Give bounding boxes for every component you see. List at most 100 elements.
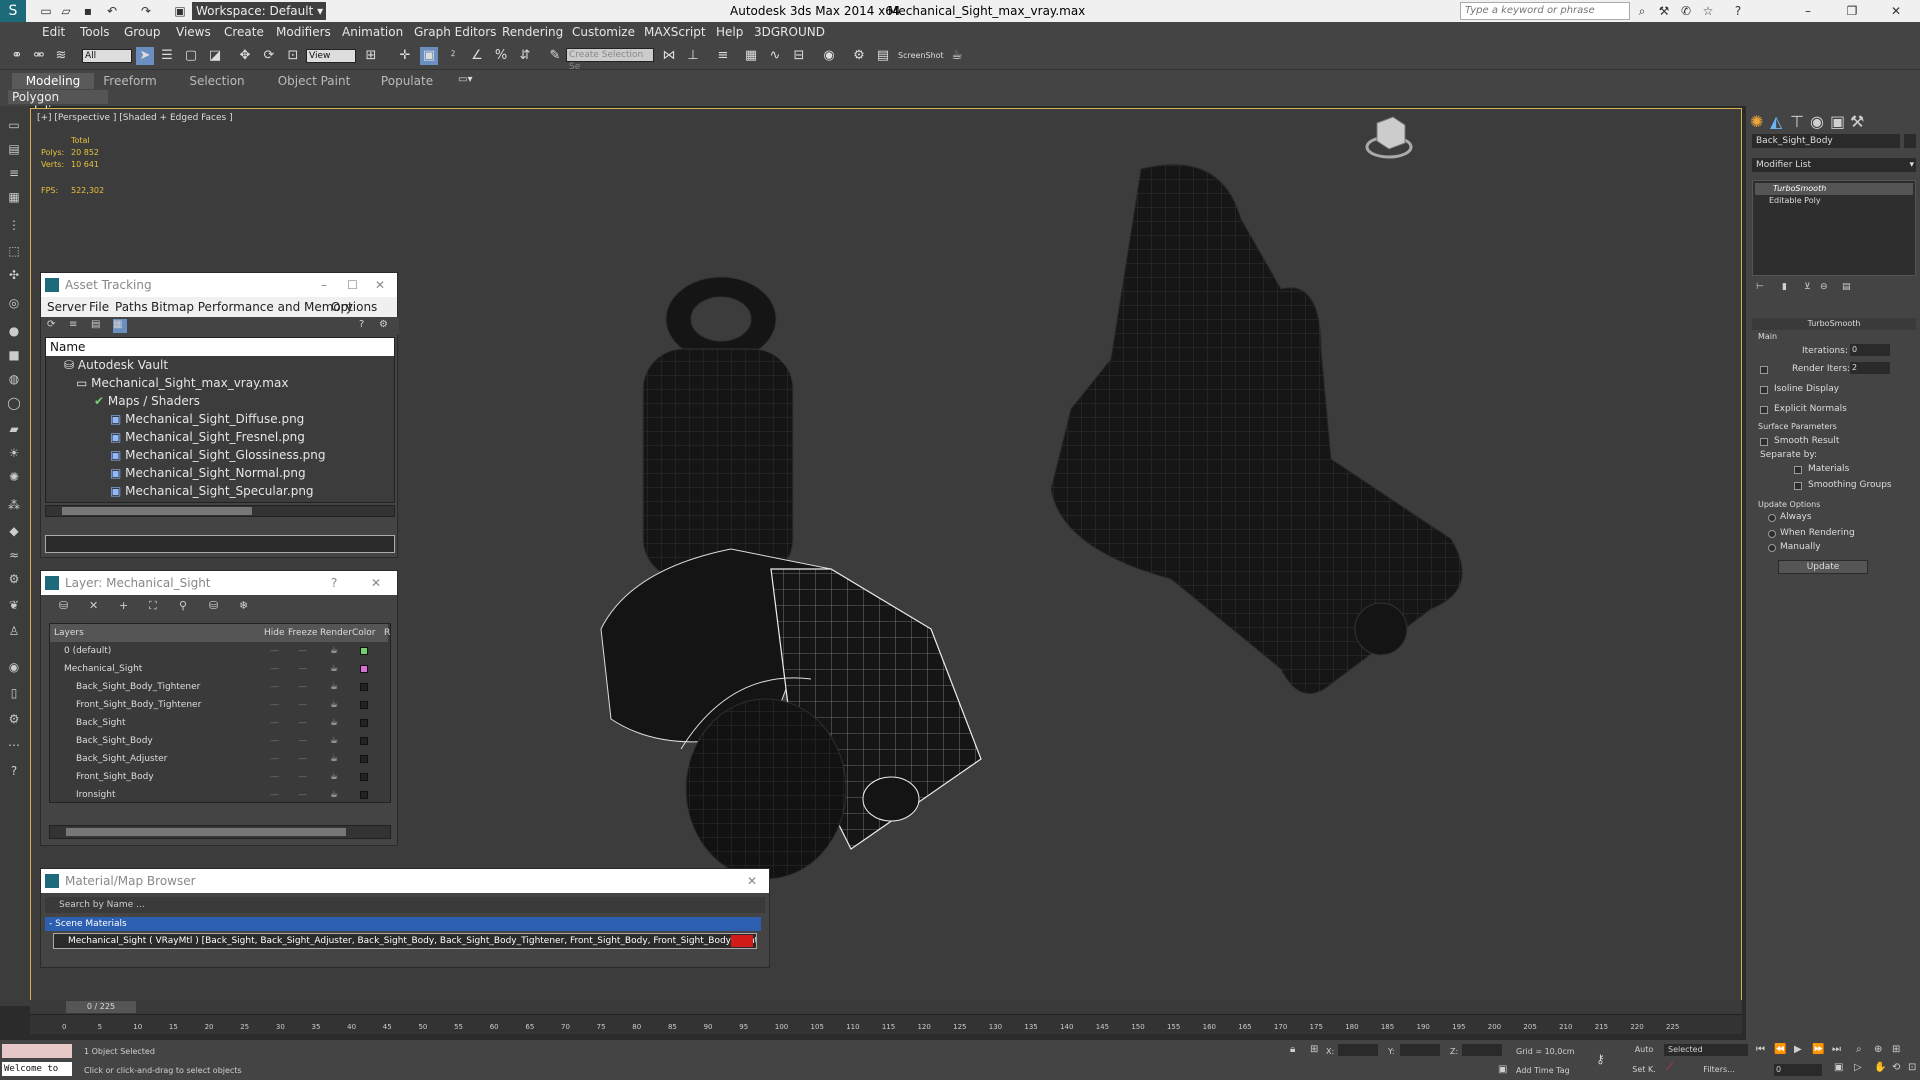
highlight-layer-icon[interactable]: ⚲ [179,599,187,612]
maximize-icon[interactable]: ❐ [1844,3,1860,19]
key-mode-dropdown[interactable]: Selected [1664,1044,1748,1056]
material-browser-titlebar[interactable]: Material/Map Browser ✕ [41,869,769,893]
layer-freeze-toggle[interactable]: — [298,678,307,696]
maximize-viewport-icon[interactable]: ⊡ [1908,1062,1916,1073]
make-unique-icon[interactable]: ⊻ [1804,282,1811,292]
plane-icon[interactable]: ▰ [5,420,23,438]
layer-freeze-toggle[interactable]: — [298,660,307,678]
layer-manager-icon[interactable]: ≡ [714,47,732,65]
go-to-start-icon[interactable]: ⏮ [1756,1044,1765,1055]
y-coordinate-field[interactable] [1400,1044,1440,1056]
hierarchy-icon[interactable]: ⋮ [5,216,23,234]
transform-icon[interactable]: ✣ [5,266,23,284]
material-browser-window[interactable]: Material/Map Browser ✕ Search by Name ..… [40,868,770,968]
key-filters-button[interactable]: Filters... [1690,1064,1748,1076]
close-icon[interactable]: ✕ [371,571,381,595]
stack-item-editable-poly[interactable]: Editable Poly [1755,195,1913,207]
menu-modifiers[interactable]: Modifiers [276,25,331,39]
stack-item-turbosmooth[interactable]: TurboSmooth [1755,183,1913,195]
selection-icon[interactable]: ⬚ [5,242,23,260]
z-coordinate-field[interactable] [1462,1044,1502,1056]
modifier-list-dropdown[interactable]: Modifier List ▾ [1752,158,1916,172]
layer-color-swatch[interactable] [360,773,368,781]
render-iters-spinner[interactable]: 2 [1850,362,1890,374]
render-teapot-icon[interactable]: ☕ [330,678,338,696]
auto-key-button[interactable]: Auto [1626,1044,1662,1056]
go-to-end-icon[interactable]: ⏭ [1832,1044,1841,1055]
tab-object-paint[interactable]: Object Paint [272,73,356,89]
when-rendering-radio[interactable] [1768,530,1776,538]
layer-color-swatch[interactable] [360,791,368,799]
schematic-view-icon[interactable]: ⊟ [790,47,808,65]
menu-graph-editors[interactable]: Graph Editors [414,25,496,39]
screenshot-label[interactable]: ScreenShot [898,51,944,60]
camera-icon[interactable]: ◎ [5,294,23,312]
freeze-all-icon[interactable]: ❄ [239,599,248,612]
menu-views[interactable]: Views [176,25,211,39]
viewport-layout-icon[interactable]: ▭ [5,116,23,134]
percent-snap-icon[interactable]: % [492,47,510,65]
more-icon[interactable]: ⋯ [5,736,23,754]
always-radio[interactable] [1768,514,1776,522]
binoculars-icon[interactable]: ⌕ [1634,3,1650,19]
select-by-name-icon[interactable]: ☰ [158,47,176,65]
table-view-icon[interactable]: ▦ [113,319,127,333]
box-icon[interactable]: ■ [5,346,23,364]
scroll-thumb[interactable] [62,507,252,515]
utilities-tab-icon[interactable]: ⚒ [1850,112,1864,131]
layer-row[interactable]: Back_Sight — — ☕ [50,714,388,732]
render-teapot-icon[interactable]: ☕ [330,642,338,660]
asset-row-normal[interactable]: ▣ Mechanical_Sight_Normal.png [110,464,306,482]
menu-server[interactable]: Server [47,300,86,314]
object-name-field[interactable]: Back_Sight_Body [1752,134,1900,148]
scroll-thumb[interactable] [66,828,346,836]
ribbon-options-icon[interactable]: ▭▾ [458,74,472,85]
layer-freeze-toggle[interactable]: — [298,732,307,750]
motion-tab-icon[interactable]: ◉ [1810,112,1824,131]
project-folder-icon[interactable]: ▣ [172,3,188,19]
orbit-icon[interactable]: ⟲ [1892,1062,1900,1073]
hide-all-icon[interactable]: ⛁ [209,599,218,612]
materials-checkbox[interactable] [1794,466,1802,474]
maxscript-mini-listener[interactable]: Welcome to [2,1062,72,1076]
material-editor-icon[interactable]: ◉ [820,47,838,65]
create-tab-icon[interactable]: ✺ [1750,112,1763,131]
layer-titlebar[interactable]: Layer: Mechanical_Sight ? ✕ [41,571,397,595]
menu-file[interactable]: File [89,300,109,314]
asset-path-field[interactable] [45,535,395,553]
maxscript-listener[interactable] [2,1044,72,1058]
previous-frame-icon[interactable]: ⏪ [1774,1044,1786,1055]
menu-bitmap-performance[interactable]: Bitmap Performance and Memory [151,300,353,314]
info-search-input[interactable]: Type a keyword or phrase [1460,2,1630,20]
graphite-toggle-icon[interactable]: ▦ [742,47,760,65]
layer-freeze-toggle[interactable]: — [298,714,307,732]
maximize-icon[interactable]: ☐ [347,273,358,297]
layer-row[interactable]: Ironsight — — ☕ [50,786,388,804]
layer-freeze-toggle[interactable]: — [298,696,307,714]
play-icon[interactable]: ▶ [1794,1044,1802,1055]
new-icon[interactable]: ▭ [38,3,54,19]
layer-hide-toggle[interactable]: — [270,696,279,714]
smooth-result-checkbox[interactable] [1760,438,1768,446]
scale-icon[interactable]: ⊡ [284,47,302,65]
rotate-icon[interactable]: ⟳ [260,47,278,65]
space-warp-icon[interactable]: ≈ [5,546,23,564]
layer-color-swatch[interactable] [360,683,368,691]
angle-snap-icon[interactable]: ∠ [468,47,486,65]
render-teapot-icon[interactable]: ☕ [330,750,338,768]
help-icon[interactable]: ? [359,319,364,330]
menu-group[interactable]: Group [124,25,161,39]
subscription-icon[interactable]: ⚒ [1656,3,1672,19]
modify-tab-icon[interactable]: ◭ [1770,112,1782,131]
time-slider[interactable]: 0 / 225 [30,1000,1742,1014]
menu-customize[interactable]: Customize [572,25,635,39]
zoom-icon[interactable]: ⌕ [1856,1044,1862,1055]
col-hide[interactable]: Hide [264,624,285,642]
spinner-snap-icon[interactable]: ⇵ [516,47,534,65]
cylinder-icon[interactable]: ◍ [5,370,23,388]
material-item[interactable]: Mechanical_Sight ( VRayMtl ) [Back_Sight… [53,933,757,949]
layer-color-swatch[interactable] [360,719,368,727]
select-layer-icon[interactable]: ⛶ [149,599,157,613]
app-logo-icon[interactable]: S [0,0,26,22]
time-slider-thumb[interactable]: 0 / 225 [66,1001,136,1013]
